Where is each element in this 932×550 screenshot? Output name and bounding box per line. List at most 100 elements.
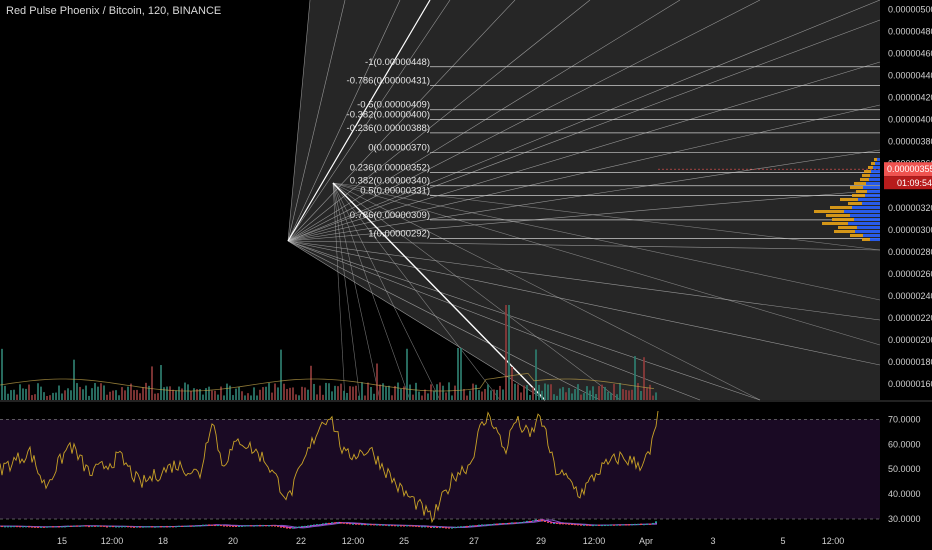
candle-down xyxy=(283,526,285,528)
volume-bar xyxy=(286,388,288,400)
price-tick-label: 0.00000420 xyxy=(888,93,932,103)
volume-bar xyxy=(160,365,162,400)
candle-down xyxy=(559,523,561,525)
candle-down xyxy=(220,525,222,527)
candle-up xyxy=(4,526,6,528)
volume-bar xyxy=(421,395,423,400)
price-tick-label: 0.00000220 xyxy=(888,313,932,323)
candle-down xyxy=(190,525,192,527)
volume-bar xyxy=(361,382,363,400)
candle-down xyxy=(16,526,18,528)
volume-bar xyxy=(379,384,381,400)
volume-bar xyxy=(22,388,24,400)
candle-up xyxy=(262,525,264,527)
candle-up xyxy=(382,524,384,526)
candle-up xyxy=(295,526,297,528)
volume-bar xyxy=(613,383,615,400)
candle-up xyxy=(97,525,99,527)
candle-up xyxy=(253,525,255,527)
volume-bar xyxy=(625,389,627,400)
time-tick-label: 12:00 xyxy=(342,536,365,546)
candle-down xyxy=(37,526,39,528)
volume-bar xyxy=(532,387,534,400)
candle-down xyxy=(277,525,279,527)
time-tick-label: 12:00 xyxy=(583,536,606,546)
candle-down xyxy=(52,526,54,528)
volume-profile-bar xyxy=(848,222,880,225)
volume-bar xyxy=(469,390,471,400)
candle-down xyxy=(76,525,78,527)
volume-bar xyxy=(250,395,252,400)
volume-bar xyxy=(139,393,141,400)
volume-bar xyxy=(484,389,486,400)
candle-up xyxy=(142,526,144,528)
candle-down xyxy=(343,522,345,524)
volume-bar xyxy=(265,386,267,400)
volume-bar xyxy=(553,394,555,400)
candle-up xyxy=(199,525,201,527)
volume-bar xyxy=(424,389,426,400)
candle-down xyxy=(442,527,444,529)
candle-up xyxy=(376,524,378,526)
volume-bar xyxy=(187,384,189,400)
volume-bar xyxy=(376,363,378,400)
volume-bar xyxy=(367,382,369,400)
candle-up xyxy=(523,521,525,523)
candle-up xyxy=(607,524,609,526)
volume-bar xyxy=(211,390,213,400)
candle-up xyxy=(298,526,300,528)
candle-up xyxy=(472,525,474,527)
candle-down xyxy=(166,526,168,528)
volume-bar xyxy=(508,305,510,400)
candle-down xyxy=(223,525,225,527)
candle-down xyxy=(349,523,351,525)
candle-up xyxy=(79,525,81,527)
volume-bar xyxy=(511,366,513,400)
volume-profile-bar xyxy=(854,182,866,185)
volume-bar xyxy=(25,388,27,400)
volume-bar xyxy=(331,391,333,400)
chart-canvas[interactable]: -1(0.00000448)-0.786(0.00000431)-0.5(0.0… xyxy=(0,0,932,550)
volume-profile-bar xyxy=(852,206,880,209)
candle-down xyxy=(130,526,132,528)
candle-up xyxy=(301,526,303,528)
candle-up xyxy=(187,525,189,527)
candle-down xyxy=(619,524,621,526)
candle-down xyxy=(403,525,405,527)
volume-bar xyxy=(547,384,549,400)
candle-up xyxy=(604,525,606,527)
volume-profile-bar xyxy=(871,170,880,173)
candle-down xyxy=(208,524,210,526)
volume-profile-bar xyxy=(862,174,870,177)
candle-up xyxy=(553,523,555,525)
volume-bar xyxy=(283,383,285,400)
volume-bar xyxy=(157,393,159,400)
candle-down xyxy=(541,519,543,521)
volume-bar xyxy=(238,387,240,400)
candle-up xyxy=(22,526,24,528)
volume-bar xyxy=(595,394,597,400)
volume-profile-bar xyxy=(834,230,855,233)
volume-bar xyxy=(373,393,375,400)
fib-level-label: 0.786(0.00000309) xyxy=(350,210,430,221)
volume-bar xyxy=(253,387,255,400)
candle-down xyxy=(94,525,96,527)
volume-bar xyxy=(274,383,276,400)
candle-up xyxy=(388,525,390,527)
fib-level-label: -0.382(0.00000400) xyxy=(347,110,430,121)
candle-down xyxy=(214,525,216,527)
volume-bar xyxy=(487,384,489,400)
candle-up xyxy=(601,525,603,527)
volume-bar xyxy=(526,384,528,400)
volume-bar xyxy=(259,389,261,400)
volume-bar xyxy=(127,386,129,400)
volume-profile-bar xyxy=(850,186,863,189)
volume-bar xyxy=(76,383,78,400)
time-tick-label: 5 xyxy=(780,536,785,546)
volume-bar xyxy=(418,391,420,400)
volume-bar xyxy=(106,394,108,400)
candle-down xyxy=(577,524,579,526)
candle-up xyxy=(49,526,51,528)
volume-bar xyxy=(334,385,336,400)
volume-bar xyxy=(19,384,21,400)
